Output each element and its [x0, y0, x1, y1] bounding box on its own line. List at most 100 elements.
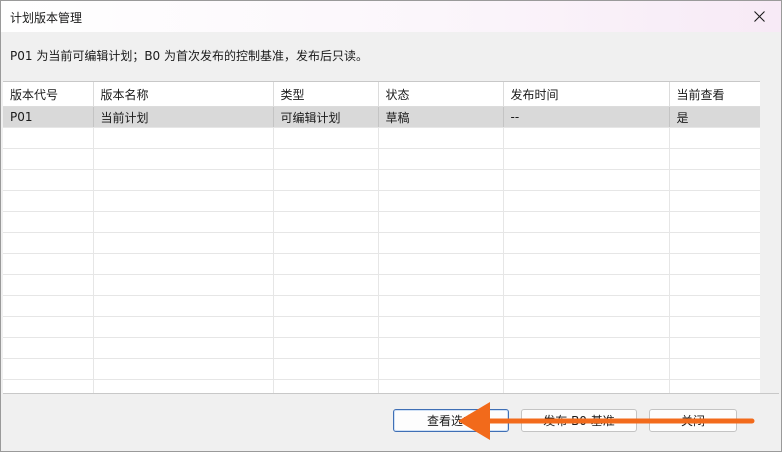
empty-cell — [503, 253, 670, 275]
empty-cell — [93, 337, 274, 359]
empty-cell — [3, 169, 94, 191]
empty-cell — [3, 379, 94, 394]
table-header-row: 版本代号 版本名称 类型 状态 发布时间 当前查看 — [3, 82, 760, 107]
empty-cell — [378, 232, 504, 254]
empty-cell — [378, 358, 504, 380]
empty-cell — [503, 295, 670, 317]
table-row-empty[interactable] — [3, 337, 760, 359]
version-table[interactable]: 版本代号 版本名称 类型 状态 发布时间 当前查看 P01 当前计划 可编辑计划… — [3, 81, 760, 394]
empty-cell — [3, 316, 94, 338]
empty-cell — [503, 337, 670, 359]
empty-cell — [273, 274, 379, 296]
table-row-empty[interactable] — [3, 379, 760, 394]
empty-cell — [669, 337, 760, 359]
table-row-empty[interactable] — [3, 295, 760, 317]
table-row-empty[interactable] — [3, 358, 760, 380]
empty-cell — [273, 232, 379, 254]
info-text: P01 为当前可编辑计划；B0 为首次发布的控制基准，发布后只读。 — [10, 49, 369, 63]
plan-version-dialog: 计划版本管理 P01 为当前可编辑计划；B0 为首次发布的控制基准，发布后只读。… — [0, 0, 782, 452]
empty-cell — [503, 232, 670, 254]
empty-cell — [3, 253, 94, 275]
empty-cell — [669, 127, 760, 149]
empty-cell — [669, 379, 760, 394]
empty-cell — [273, 127, 379, 149]
empty-cell — [273, 316, 379, 338]
empty-cell — [378, 316, 504, 338]
view-selected-button[interactable]: 查看选中 — [393, 409, 509, 432]
table-row-empty[interactable] — [3, 211, 760, 233]
empty-cell — [93, 211, 274, 233]
empty-cell — [378, 127, 504, 149]
column-header-version-name[interactable]: 版本名称 — [93, 82, 274, 107]
empty-cell — [669, 148, 760, 170]
table-row-empty[interactable] — [3, 274, 760, 296]
column-header-current-view[interactable]: 当前查看 — [669, 82, 760, 107]
empty-cell — [669, 274, 760, 296]
empty-cell — [93, 295, 274, 317]
cell-publish-time: -- — [503, 106, 670, 128]
empty-cell — [273, 148, 379, 170]
empty-cell — [378, 379, 504, 394]
empty-cell — [3, 232, 94, 254]
close-icon — [753, 11, 765, 22]
cell-version-name: 当前计划 — [93, 106, 274, 128]
window-title: 计划版本管理 — [10, 11, 83, 25]
empty-cell — [3, 127, 94, 149]
table-row-empty[interactable] — [3, 253, 760, 275]
empty-cell — [93, 190, 274, 212]
empty-cell — [273, 295, 379, 317]
table-row-empty[interactable] — [3, 190, 760, 212]
cell-current-view: 是 — [669, 106, 760, 128]
empty-cell — [669, 211, 760, 233]
table-row-empty[interactable] — [3, 316, 760, 338]
empty-cell — [503, 379, 670, 394]
column-header-publish-time[interactable]: 发布时间 — [503, 82, 670, 107]
empty-cell — [503, 274, 670, 296]
empty-cell — [378, 337, 504, 359]
empty-cell — [669, 316, 760, 338]
empty-cell — [3, 211, 94, 233]
publish-b0-button[interactable]: 发布 B0 基准 — [521, 409, 637, 432]
empty-cell — [503, 358, 670, 380]
empty-cell — [503, 316, 670, 338]
cell-status: 草稿 — [378, 106, 504, 128]
empty-cell — [93, 169, 274, 191]
empty-cell — [273, 379, 379, 394]
empty-cell — [669, 190, 760, 212]
empty-cell — [273, 211, 379, 233]
table-row-empty[interactable] — [3, 148, 760, 170]
vertical-scrollbar[interactable] — [760, 81, 781, 393]
empty-cell — [273, 337, 379, 359]
empty-cell — [3, 148, 94, 170]
empty-cell — [3, 358, 94, 380]
empty-cell — [93, 253, 274, 275]
empty-cell — [273, 253, 379, 275]
empty-cell — [503, 211, 670, 233]
close-button[interactable]: 关闭 — [649, 409, 737, 432]
empty-cell — [503, 190, 670, 212]
empty-cell — [503, 127, 670, 149]
table-row[interactable]: P01 当前计划 可编辑计划 草稿 -- 是 — [3, 106, 760, 128]
empty-cell — [669, 232, 760, 254]
close-window-button[interactable] — [737, 1, 781, 32]
empty-cell — [669, 358, 760, 380]
empty-cell — [93, 127, 274, 149]
column-header-status[interactable]: 状态 — [378, 82, 504, 107]
empty-cell — [378, 253, 504, 275]
empty-cell — [93, 358, 274, 380]
divider — [3, 393, 779, 394]
empty-cell — [669, 295, 760, 317]
column-header-version-code[interactable]: 版本代号 — [3, 82, 94, 107]
empty-cell — [378, 169, 504, 191]
cell-type: 可编辑计划 — [273, 106, 379, 128]
empty-cell — [93, 274, 274, 296]
empty-cell — [3, 295, 94, 317]
table-row-empty[interactable] — [3, 127, 760, 149]
empty-cell — [3, 274, 94, 296]
empty-cell — [378, 211, 504, 233]
table-row-empty[interactable] — [3, 232, 760, 254]
empty-cell — [378, 274, 504, 296]
empty-cell — [93, 232, 274, 254]
table-row-empty[interactable] — [3, 169, 760, 191]
column-header-type[interactable]: 类型 — [273, 82, 379, 107]
